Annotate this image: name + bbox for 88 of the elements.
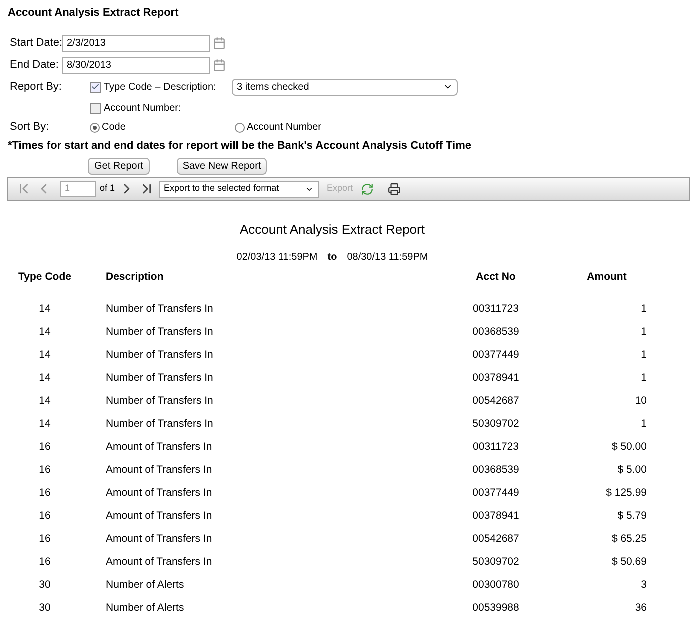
table-cell-text: 16 xyxy=(38,532,52,547)
table-cell-text: 00311723 xyxy=(472,302,520,317)
table-cell-text: 14 xyxy=(38,394,52,409)
radio-label: Account Number xyxy=(247,121,322,135)
table-cell-text: $ 50.69 xyxy=(610,554,647,570)
table-cell-text: 14 xyxy=(38,302,52,317)
calendar-icon[interactable] xyxy=(213,58,226,72)
table-cell-text: 00368539 xyxy=(472,324,520,340)
table-cell-text: 16 xyxy=(38,440,52,455)
table-cell-text: 1 xyxy=(640,348,647,363)
multi-select-dropdown[interactable]: 3 items checked xyxy=(232,78,458,96)
date-field[interactable]: 8/30/2013 xyxy=(62,56,210,74)
form-button[interactable]: Save New Report xyxy=(177,158,267,174)
table-cell-text: Amount of Transfers In xyxy=(105,440,214,455)
table-cell-text: Amount of Transfers In xyxy=(105,462,214,478)
checkbox-label: Account Number: xyxy=(104,102,182,116)
field-label: End Date: xyxy=(10,58,60,73)
table-cell-text: 36 xyxy=(634,600,647,616)
checkbox-label: Type Code – Description: xyxy=(104,80,218,94)
table-cell-text: $ 125.99 xyxy=(605,486,647,501)
table-cell-text: 00542687 xyxy=(472,532,520,547)
table-cell-text: 16 xyxy=(38,486,52,501)
table-cell-text: 00378941 xyxy=(472,370,520,386)
table-cell-text: 14 xyxy=(38,324,52,340)
date-range-separator: to xyxy=(328,250,338,264)
column-header: Amount xyxy=(586,270,628,286)
table-cell-text: 30 xyxy=(38,600,52,616)
export-format-dropdown[interactable]: Export to the selected format xyxy=(159,180,320,198)
table-cell-text: 00300780 xyxy=(472,578,520,593)
table-cell-text: 00539988 xyxy=(472,600,520,616)
radio-label: Code xyxy=(102,121,126,135)
table-cell-text: 1 xyxy=(640,302,647,317)
table-cell-text: Number of Transfers In xyxy=(105,394,214,409)
form-button[interactable]: Get Report xyxy=(88,158,150,174)
table-cell-text: $ 5.00 xyxy=(616,462,647,478)
table-cell-text: 50309702 xyxy=(472,416,520,432)
table-cell-text: 1 xyxy=(640,324,647,340)
report-title: Account Analysis Extract Report xyxy=(239,221,426,239)
table-cell-text: 14 xyxy=(38,348,52,363)
table-cell-text: Number of Transfers In xyxy=(105,302,214,317)
cutoff-note: *Times for start and end dates for report will be the Bank's Account Analysis Cutoff Time xyxy=(8,138,472,154)
refresh-icon[interactable] xyxy=(361,182,374,196)
table-cell-text: 00311723 xyxy=(472,440,520,455)
date-range-end: 08/30/13 11:59PM xyxy=(347,250,428,264)
table-cell-text: 00377449 xyxy=(472,486,520,501)
table-cell-text: Number of Transfers In xyxy=(105,416,214,432)
table-cell-text: Number of Alerts xyxy=(105,600,186,616)
table-cell-text: Amount of Transfers In xyxy=(105,486,214,501)
table-cell-text: 1 xyxy=(640,416,647,432)
table-cell-text: 30 xyxy=(38,578,52,593)
table-cell-text: 50309702 xyxy=(472,554,520,570)
page-title: Account Analysis Extract Report xyxy=(7,6,180,21)
table-cell-text: Amount of Transfers In xyxy=(105,508,214,524)
calendar-icon[interactable] xyxy=(213,36,226,50)
table-cell-text: 14 xyxy=(38,416,52,432)
checkbox[interactable] xyxy=(90,102,101,114)
table-cell-text: Number of Transfers In xyxy=(105,324,214,340)
field-label: Sort By: xyxy=(10,120,50,136)
radio-button[interactable] xyxy=(235,122,245,132)
table-cell-text: Amount of Transfers In xyxy=(105,554,214,570)
table-cell-text: 00378941 xyxy=(472,508,520,524)
checkbox[interactable] xyxy=(90,82,101,92)
table-cell-text: 00542687 xyxy=(472,394,520,409)
column-header: Type Code xyxy=(18,270,72,286)
table-cell-text: 16 xyxy=(38,462,52,478)
table-cell-text: 10 xyxy=(634,394,647,409)
table-cell-text: 16 xyxy=(38,554,52,570)
column-header: Description xyxy=(105,270,165,286)
table-cell-text: 1 xyxy=(640,370,647,386)
date-range-start: 02/03/13 11:59PM xyxy=(236,250,318,264)
page-count: of 1 xyxy=(100,182,116,196)
table-cell-text: $ 50.00 xyxy=(610,440,647,455)
radio-button[interactable] xyxy=(90,122,100,132)
table-cell-text: 00377449 xyxy=(472,348,520,363)
table-cell-text: Number of Transfers In xyxy=(105,370,214,386)
table-cell-text: Amount of Transfers In xyxy=(105,532,214,547)
table-cell-text: 00368539 xyxy=(472,462,520,478)
print-icon[interactable] xyxy=(388,182,402,196)
table-cell-text: 3 xyxy=(640,578,647,593)
table-cell-text: $ 65.25 xyxy=(610,532,647,547)
table-cell-text: Number of Alerts xyxy=(105,578,186,593)
table-cell-text: Number of Transfers In xyxy=(105,348,214,363)
table-cell-text: 14 xyxy=(38,370,52,386)
table-cell-text: $ 5.79 xyxy=(616,508,647,524)
field-label: Report By: xyxy=(10,80,63,95)
date-field[interactable]: 2/3/2013 xyxy=(62,34,210,52)
field-label: Start Date: xyxy=(10,36,62,51)
table-cell-text: 16 xyxy=(38,508,52,524)
